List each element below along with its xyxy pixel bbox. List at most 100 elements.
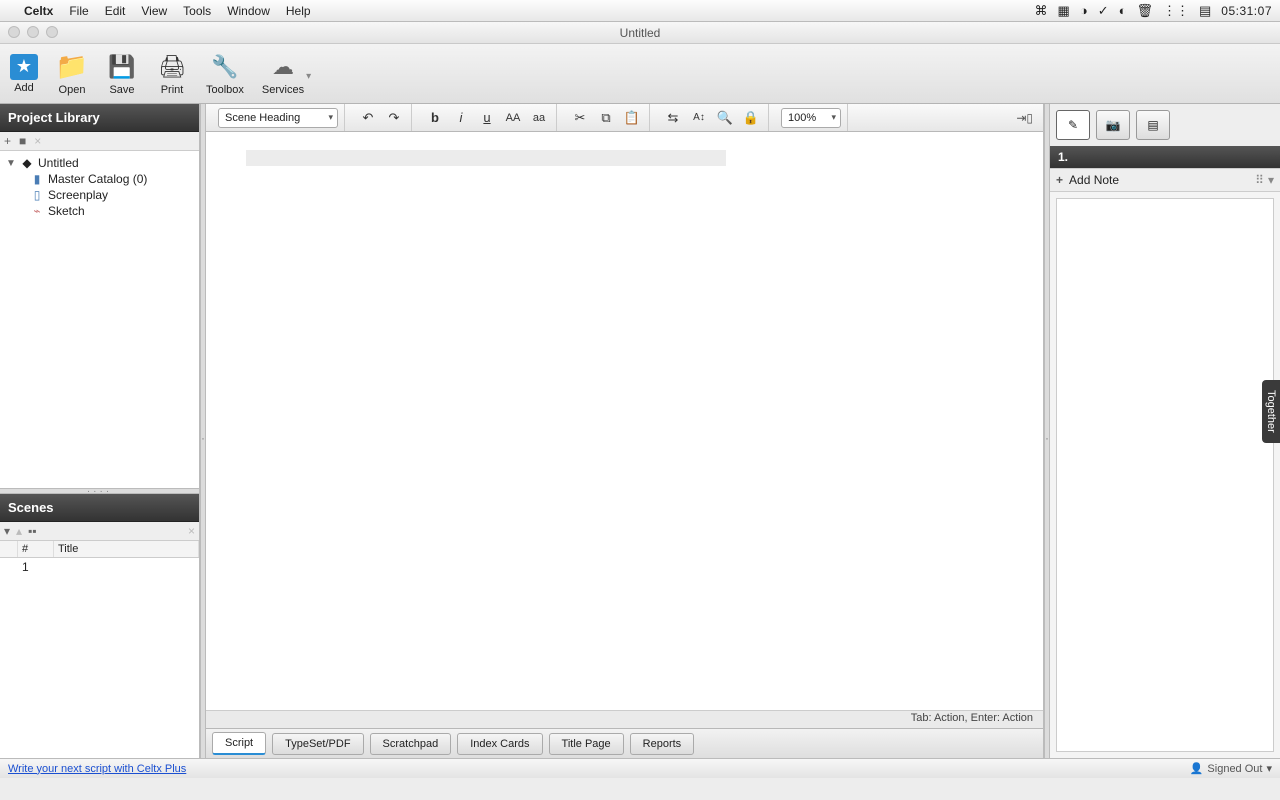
right-splitter[interactable] — [1044, 104, 1050, 758]
tree-item-catalog[interactable]: ▮ Master Catalog (0) — [2, 171, 197, 187]
services-label: Services — [262, 84, 304, 96]
breakdown-tab[interactable]: ▤ — [1136, 110, 1170, 140]
dual-dialog-button[interactable]: ⇆ — [662, 108, 684, 128]
mac-menubar: Celtx File Edit View Tools Window Help ⌘… — [0, 0, 1280, 22]
scenes-col-title[interactable]: Title — [54, 541, 199, 557]
save-button[interactable]: 💾 Save — [106, 52, 138, 96]
together-tab[interactable]: Together — [1262, 380, 1280, 443]
open-button[interactable]: 📁 Open — [56, 52, 88, 96]
menu-file[interactable]: File — [69, 4, 88, 18]
status-icon-5[interactable]: ◐ — [1119, 3, 1127, 18]
scissors-icon: ✂ — [575, 110, 586, 126]
tab-scratchpad[interactable]: Scratchpad — [370, 733, 452, 755]
scenes-close-icon[interactable]: × — [188, 524, 195, 538]
printer-icon: 🖨 — [156, 52, 188, 82]
left-splitter[interactable] — [200, 104, 206, 758]
library-folder-icon[interactable]: ■ — [19, 134, 26, 148]
window-close-icon[interactable] — [8, 26, 20, 38]
tree-root[interactable]: ▼ ◆ Untitled — [2, 155, 197, 171]
library-delete-icon[interactable]: × — [34, 134, 41, 148]
scenes-down-icon[interactable]: ▾ — [4, 524, 10, 538]
text-size-button[interactable]: A↕ — [688, 108, 710, 128]
status-icon-6[interactable]: 🗑 — [1136, 3, 1153, 19]
script-editor[interactable] — [206, 132, 1043, 710]
print-button[interactable]: 🖨 Print — [156, 52, 188, 96]
add-note-plus-icon[interactable]: + — [1056, 173, 1063, 187]
zoom-select[interactable]: 100% — [781, 108, 841, 128]
status-icon-3[interactable]: ◑ — [1080, 3, 1088, 18]
project-tree: ▼ ◆ Untitled ▮ Master Catalog (0) ▯ Scre… — [0, 151, 199, 223]
media-tab[interactable]: 📷 — [1096, 110, 1130, 140]
services-dropdown-icon[interactable]: ▾ — [306, 71, 311, 82]
copy-button[interactable]: ⧉ — [595, 108, 617, 128]
project-library-header: Project Library — [0, 104, 199, 132]
menu-help[interactable]: Help — [286, 4, 311, 18]
main-toolbar: ★ Add 📁 Open 💾 Save 🖨 Print 🔧 Toolbox ☁ … — [0, 44, 1280, 104]
collapse-right-icon[interactable]: ⇥▯ — [1016, 111, 1037, 125]
redo-icon: ↷ — [389, 110, 400, 126]
library-tools: + ■ × — [0, 132, 199, 151]
disclosure-triangle-icon[interactable]: ▼ — [6, 158, 16, 169]
tree-item-sketch[interactable]: ⌁ Sketch — [2, 203, 197, 219]
services-button[interactable]: ☁ Services — [262, 52, 304, 96]
status-icon-1[interactable]: ⌘ — [1035, 3, 1048, 19]
tab-titlepage[interactable]: Title Page — [549, 733, 624, 755]
menu-view[interactable]: View — [141, 4, 167, 18]
scenes-up-icon[interactable]: ▴ — [16, 524, 22, 538]
paste-button[interactable]: 📋 — [621, 108, 643, 128]
tree-item-label: Screenplay — [48, 188, 108, 202]
color-grid-icon[interactable]: ⠿ — [1255, 173, 1264, 187]
scenes-cards-icon[interactable]: ▪▪ — [28, 524, 37, 538]
status-icon-cal[interactable]: ▤ — [1199, 3, 1211, 19]
scenes-col-num[interactable]: # — [18, 541, 54, 557]
underline-button[interactable]: u — [476, 108, 498, 128]
toolbox-button[interactable]: 🔧 Toolbox — [206, 52, 244, 96]
lowercase-button[interactable]: aa — [528, 108, 550, 128]
scenes-header: Scenes — [0, 494, 199, 522]
add-note-button[interactable]: Add Note — [1069, 173, 1119, 187]
print-label: Print — [161, 84, 184, 96]
tab-script[interactable]: Script — [212, 732, 266, 755]
uppercase-button[interactable]: AA — [502, 108, 524, 128]
redo-button[interactable]: ↷ — [383, 108, 405, 128]
menu-tools[interactable]: Tools — [183, 4, 211, 18]
scenes-table-header: # Title — [0, 541, 199, 558]
italic-button[interactable]: i — [450, 108, 472, 128]
library-add-icon[interactable]: + — [4, 134, 11, 148]
window-titlebar: Untitled — [0, 22, 1280, 44]
menu-window[interactable]: Window — [227, 4, 270, 18]
tab-typeset[interactable]: TypeSet/PDF — [272, 733, 363, 755]
menu-edit[interactable]: Edit — [105, 4, 126, 18]
app-menu[interactable]: Celtx — [24, 4, 53, 18]
find-button[interactable]: 🔍 — [714, 108, 736, 128]
menubar-clock: 05:31:07 — [1221, 4, 1272, 18]
notes-tab[interactable]: ✎ — [1056, 110, 1090, 140]
window-minimize-icon[interactable] — [27, 26, 39, 38]
add-button[interactable]: ★ Add — [10, 54, 38, 94]
note-dropdown-icon[interactable]: ▾ — [1268, 173, 1274, 187]
tab-indexcards[interactable]: Index Cards — [457, 733, 542, 755]
clipboard-icon: 📋 — [624, 110, 640, 126]
status-icon-2[interactable]: ▦ — [1058, 3, 1070, 19]
tree-item-screenplay[interactable]: ▯ Screenplay — [2, 187, 197, 203]
left-sidebar: Project Library + ■ × ▼ ◆ Untitled ▮ Mas… — [0, 104, 200, 758]
sidebar-splitter[interactable] — [0, 488, 199, 494]
bold-button[interactable]: b — [424, 108, 446, 128]
status-icon-4[interactable]: ✓ — [1098, 3, 1109, 19]
scene-row[interactable]: 1 — [0, 558, 199, 576]
promo-link[interactable]: Write your next script with Celtx Plus — [8, 763, 186, 775]
scenes-panel: Scenes ▾ ▴ ▪▪ × # Title 1 — [0, 494, 199, 759]
cloud-icon: ☁ — [267, 52, 299, 82]
status-icon-wifi[interactable]: ⋮⋮ — [1163, 3, 1189, 19]
notes-area[interactable] — [1056, 198, 1274, 752]
lock-button[interactable]: 🔒 — [740, 108, 762, 128]
window-zoom-icon[interactable] — [46, 26, 58, 38]
window-title: Untitled — [620, 26, 661, 40]
element-type-select[interactable]: Scene Heading — [218, 108, 338, 128]
cut-button[interactable]: ✂ — [569, 108, 591, 128]
scene-heading-field[interactable] — [246, 150, 726, 166]
camera-icon: 📷 — [1106, 118, 1121, 132]
undo-button[interactable]: ↶ — [357, 108, 379, 128]
tab-reports[interactable]: Reports — [630, 733, 695, 755]
signed-status[interactable]: 👤 Signed Out ▾ — [1190, 762, 1272, 775]
